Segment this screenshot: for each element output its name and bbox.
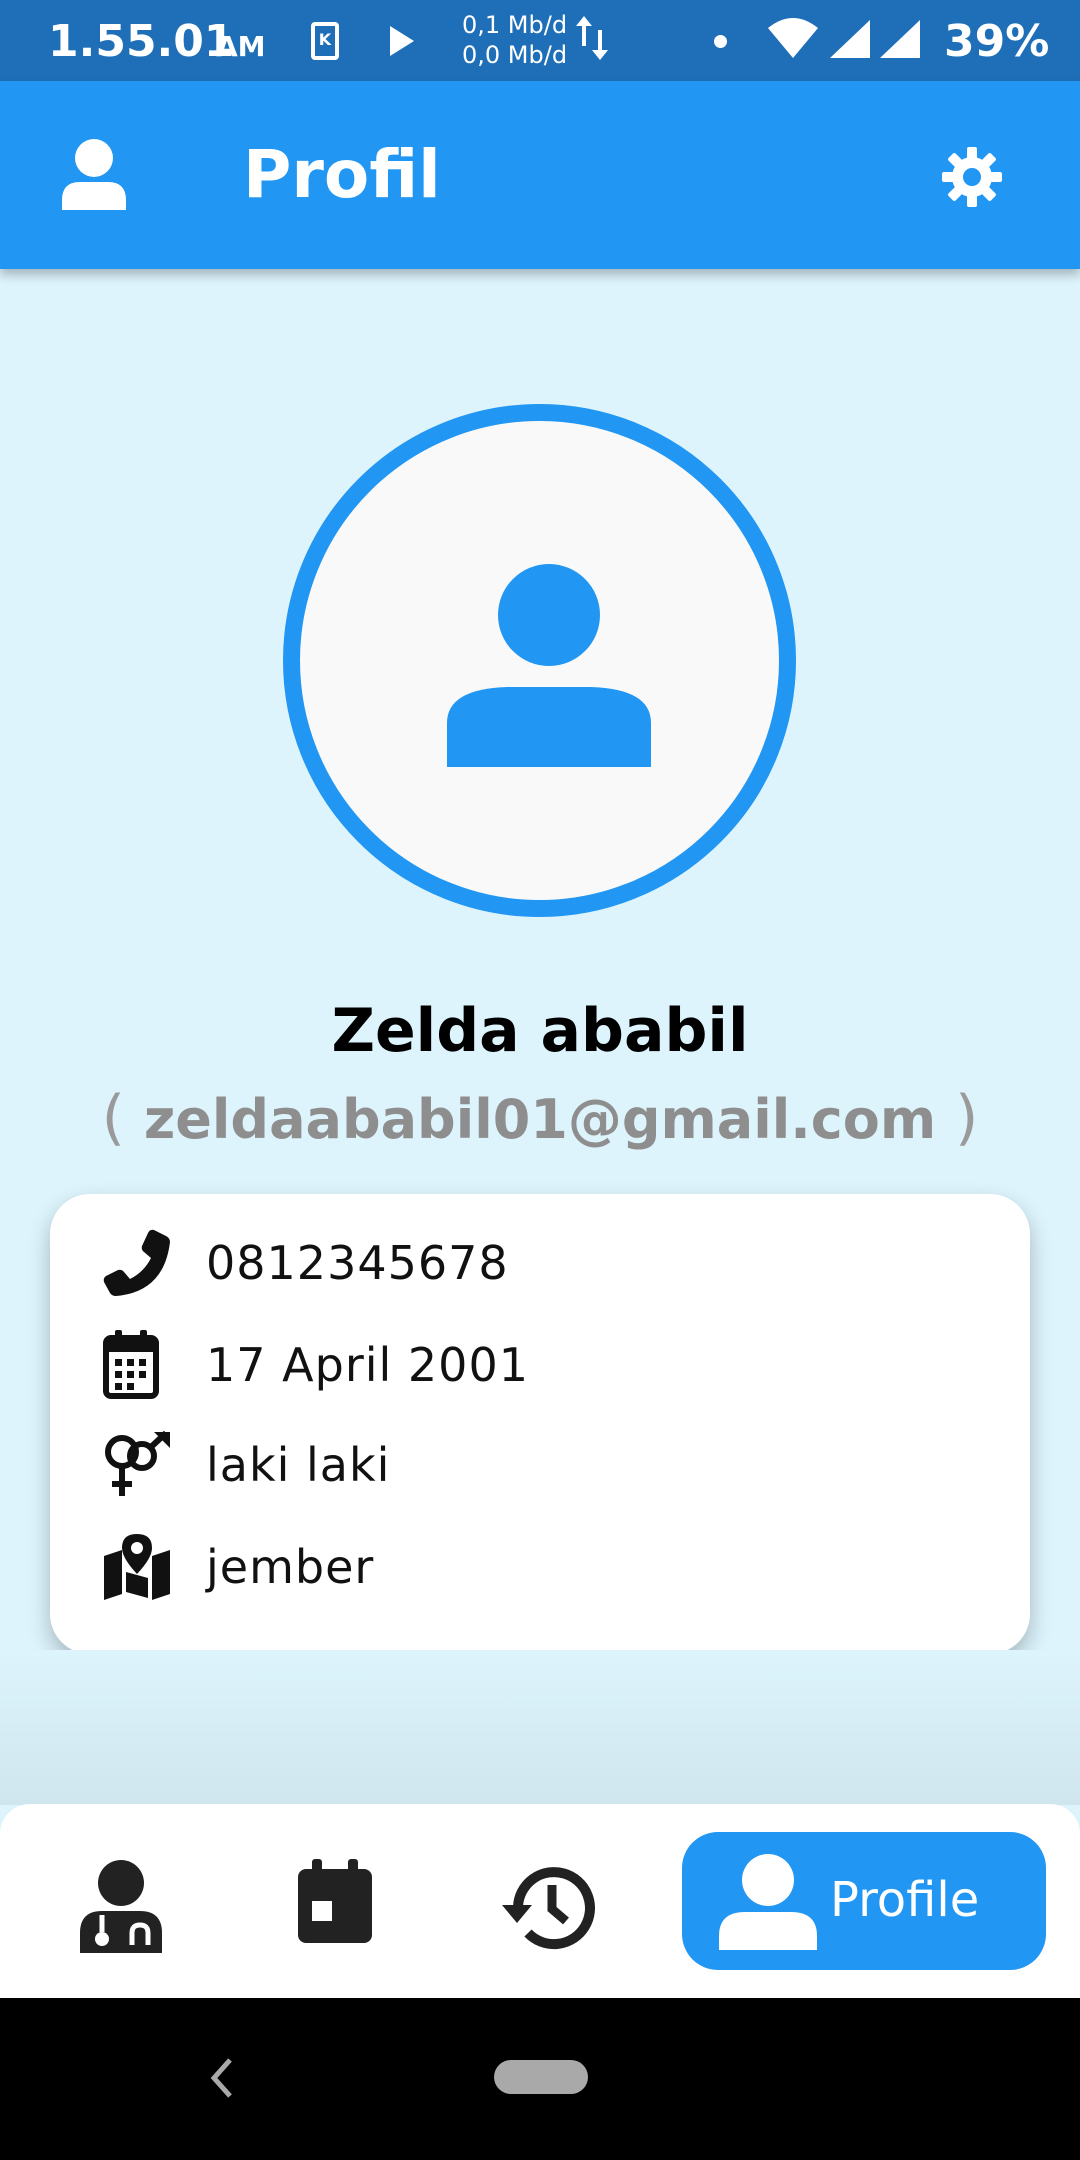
- speed-down-text: 0,0 Mb/d: [462, 41, 568, 69]
- battery-percent: 39%: [944, 16, 1050, 67]
- nav-profile-button[interactable]: Profile: [682, 1832, 1046, 1970]
- avatar[interactable]: [283, 404, 796, 917]
- calendar-icon: [103, 1330, 159, 1399]
- nav-profile-label: Profile: [830, 1872, 980, 1928]
- calendar-icon[interactable]: [298, 1859, 372, 1943]
- gender-text: laki laki: [206, 1438, 391, 1492]
- profile-email-row: ( zeldaababil01@gmail.com ): [0, 1083, 1080, 1153]
- speed-up-text: 0,1 Mb/d: [462, 11, 568, 39]
- profile-name: Zelda ababil: [331, 996, 749, 1066]
- email-close-paren: ): [954, 1083, 979, 1153]
- play-icon: [390, 26, 414, 56]
- doctor-icon[interactable]: [78, 1859, 164, 1953]
- profile-info-card: 0812345678 17 April 2001 laki laki jembe…: [50, 1194, 1030, 1654]
- signal-icon-2: [880, 20, 920, 58]
- network-speed: 0,1 Mb/d 0,0 Mb/d: [462, 10, 567, 70]
- wifi-icon: [768, 18, 818, 58]
- location-text: jember: [206, 1540, 375, 1594]
- k-app-icon: K: [311, 22, 339, 60]
- data-transfer-icon: [576, 16, 608, 60]
- page-title: Profil: [243, 136, 441, 213]
- map-marker-icon: [104, 1534, 170, 1600]
- user-icon: [719, 1854, 817, 1950]
- notification-dot: [714, 35, 727, 48]
- background-fade: [0, 1650, 1080, 1805]
- system-nav-bar: [0, 1998, 1080, 2160]
- app-bar: Profil: [0, 81, 1080, 269]
- history-icon[interactable]: [500, 1859, 596, 1955]
- home-pill[interactable]: [494, 2060, 588, 2094]
- gear-icon[interactable]: [940, 145, 1004, 209]
- profile-email: zeldaababil01@gmail.com: [143, 1088, 937, 1151]
- email-open-paren: (: [101, 1083, 126, 1153]
- bottom-nav: Profile: [0, 1804, 1080, 1998]
- back-icon[interactable]: [208, 2056, 236, 2100]
- info-row-birthdate: 17 April 2001: [50, 1324, 1030, 1414]
- phone-text: 0812345678: [206, 1236, 509, 1290]
- info-row-gender: laki laki: [50, 1424, 1030, 1514]
- gender-icon: [105, 1430, 170, 1496]
- user-icon: [62, 139, 126, 210]
- status-time: 1.55.01: [48, 16, 235, 67]
- signal-icon: [830, 20, 870, 58]
- birthdate-text: 17 April 2001: [206, 1338, 529, 1392]
- user-icon: [447, 564, 651, 767]
- phone-icon: [103, 1229, 170, 1296]
- info-row-location: jember: [50, 1526, 1030, 1616]
- status-bar: 1.55.01 AM K 0,1 Mb/d 0,0 Mb/d 39%: [0, 0, 1080, 81]
- info-row-phone: 0812345678: [50, 1222, 1030, 1312]
- status-ampm: AM: [216, 30, 266, 63]
